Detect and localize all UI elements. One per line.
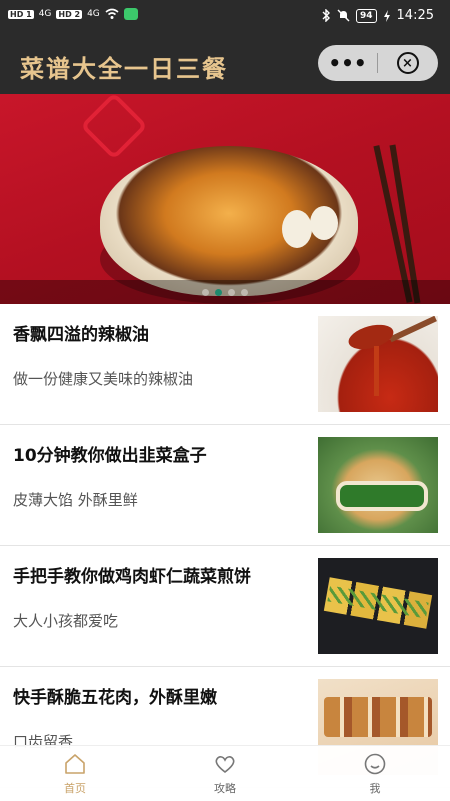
carousel-indicators (0, 289, 450, 296)
pork-slices (324, 697, 432, 737)
sim1-badge: HD 1 (8, 9, 34, 19)
list-item[interactable]: 10分钟教你做出韭菜盒子 皮薄大馅 外酥里鲜 (0, 425, 450, 546)
carousel-dot[interactable] (241, 289, 248, 296)
wifi-icon (105, 8, 119, 19)
dumpling-filling (336, 481, 428, 511)
item-title: 10分钟教你做出韭菜盒子 (13, 446, 207, 466)
sim2-badge: HD 2 (56, 9, 83, 19)
item-subtitle: 皮薄大馅 外酥里鲜 (13, 491, 138, 509)
miniprogram-capsule: ••• × (318, 45, 438, 81)
spoon-handle (389, 316, 437, 343)
bluetooth-icon (322, 9, 330, 22)
tab-bar: 首页 攻略 我 (0, 745, 450, 801)
item-title: 手把手教你做鸡肉虾仁蔬菜煎饼 (13, 567, 251, 587)
chili-oil-thumbnail (318, 316, 438, 412)
smiley-icon (364, 753, 386, 775)
carousel-dot-active[interactable] (215, 289, 222, 296)
clock: 14:25 (396, 8, 434, 23)
list-item[interactable]: 手把手教你做鸡肉虾仁蔬菜煎饼 大人小孩都爱吃 (0, 546, 450, 667)
item-subtitle: 大人小孩都爱吃 (13, 612, 119, 630)
tab-home[interactable]: 首页 (0, 746, 150, 801)
chive-dumpling-thumbnail (318, 437, 438, 533)
charging-icon (383, 9, 390, 22)
mute-icon (337, 9, 350, 22)
tab-guide[interactable]: 攻略 (150, 746, 300, 801)
tab-label: 我 (369, 782, 381, 795)
close-button[interactable]: × (378, 52, 437, 74)
tab-label: 首页 (64, 782, 86, 795)
battery-level: 94 (356, 8, 377, 23)
network1-label: 4G (38, 9, 52, 19)
page-title: 菜谱大全一日三餐 (20, 55, 228, 83)
more-button[interactable]: ••• (318, 45, 377, 81)
veg-pancake-thumbnail (318, 558, 438, 654)
quail-egg (310, 206, 338, 240)
item-subtitle: 做一份健康又美味的辣椒油 (13, 370, 194, 388)
tab-label: 攻略 (214, 782, 236, 795)
carousel-dot[interactable] (228, 289, 235, 296)
carousel-dot[interactable] (202, 289, 209, 296)
network2-label: 4G (87, 9, 100, 19)
spoon (345, 320, 397, 354)
quail-egg (282, 210, 312, 248)
status-bar: HD 1 4G HD 2 4G 94 14:25 (0, 0, 450, 34)
close-icon: × (396, 52, 419, 74)
status-right: 94 14:25 (322, 8, 434, 23)
recipe-list: 香飘四溢的辣椒油 做一份健康又美味的辣椒油 10分钟教你做出韭菜盒子 皮薄大馅 … (0, 304, 450, 788)
nav-bar: 菜谱大全一日三餐 ••• × (0, 34, 450, 94)
item-title: 快手酥脆五花肉，外酥里嫩 (13, 688, 217, 708)
oil-drip (374, 346, 379, 396)
item-title: 香飘四溢的辣椒油 (13, 325, 149, 345)
banner-carousel[interactable] (0, 94, 450, 304)
chinese-knot-decoration (80, 94, 148, 160)
wechat-notification-icon (123, 8, 138, 20)
status-left: HD 1 4G HD 2 4G (8, 8, 138, 20)
tab-me[interactable]: 我 (300, 746, 450, 801)
heart-icon (215, 756, 235, 774)
home-icon (65, 754, 85, 774)
list-item[interactable]: 香飘四溢的辣椒油 做一份健康又美味的辣椒油 (0, 304, 450, 425)
